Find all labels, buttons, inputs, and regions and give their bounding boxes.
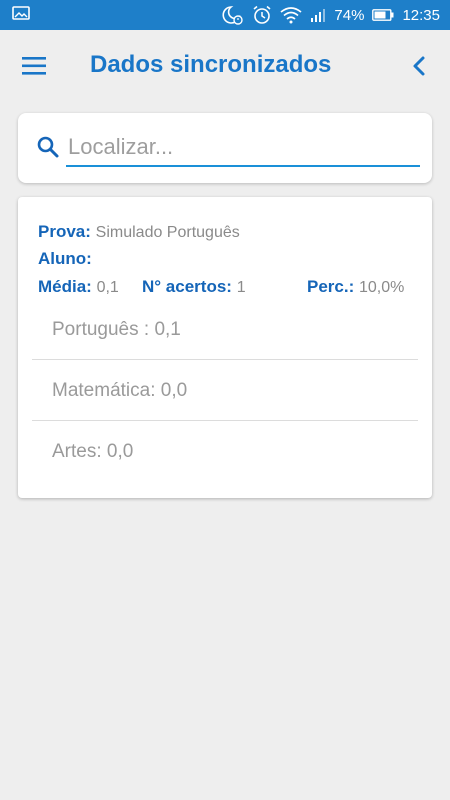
prova-label: Prova: bbox=[38, 222, 91, 241]
aluno-label: Aluno: bbox=[38, 249, 92, 268]
acertos-line: N° acertos: 1 bbox=[142, 277, 246, 297]
media-value: 0,1 bbox=[96, 279, 119, 296]
app-bar: Dados sincronizados bbox=[0, 30, 450, 102]
search-icon bbox=[36, 135, 60, 159]
clock-time: 12:35 bbox=[402, 6, 440, 24]
chevron-left-icon[interactable] bbox=[408, 52, 432, 80]
media-label: Média: bbox=[38, 277, 92, 296]
acertos-label: N° acertos: bbox=[142, 277, 232, 296]
search-input[interactable] bbox=[66, 131, 420, 167]
page-title: Dados sincronizados bbox=[90, 51, 332, 78]
status-bar: 74% 12:35 bbox=[0, 0, 450, 30]
subject-text: Matemática: 0,0 bbox=[52, 380, 188, 401]
perc-line: Perc.: 10,0% bbox=[307, 277, 404, 297]
subject-row: Matemática: 0,0 bbox=[32, 360, 418, 421]
image-icon bbox=[12, 5, 30, 25]
search-card bbox=[18, 113, 432, 183]
hamburger-menu-icon[interactable] bbox=[22, 54, 48, 78]
perc-value: 10,0% bbox=[358, 279, 405, 296]
subject-row: Português : 0,1 bbox=[32, 299, 418, 360]
alarm-icon bbox=[252, 5, 272, 25]
media-line: Média: 0,1 bbox=[38, 277, 119, 297]
acertos-value: 1 bbox=[236, 279, 246, 296]
moon-clock-icon bbox=[222, 5, 244, 25]
subject-row: Artes: 0,0 bbox=[32, 421, 418, 482]
battery-icon bbox=[372, 9, 394, 21]
wifi-icon bbox=[280, 6, 302, 24]
signal-icon bbox=[310, 7, 326, 23]
prova-value: Simulado Português bbox=[95, 224, 240, 241]
result-card[interactable]: Prova: Simulado Português Aluno: Média: … bbox=[18, 197, 432, 498]
subject-text: Artes: 0,0 bbox=[52, 441, 134, 462]
aluno-line: Aluno: bbox=[38, 249, 92, 269]
subject-text: Português : 0,1 bbox=[52, 319, 181, 340]
battery-percent: 74% bbox=[334, 6, 365, 24]
perc-label: Perc.: bbox=[307, 277, 355, 296]
prova-line: Prova: Simulado Português bbox=[38, 222, 240, 242]
